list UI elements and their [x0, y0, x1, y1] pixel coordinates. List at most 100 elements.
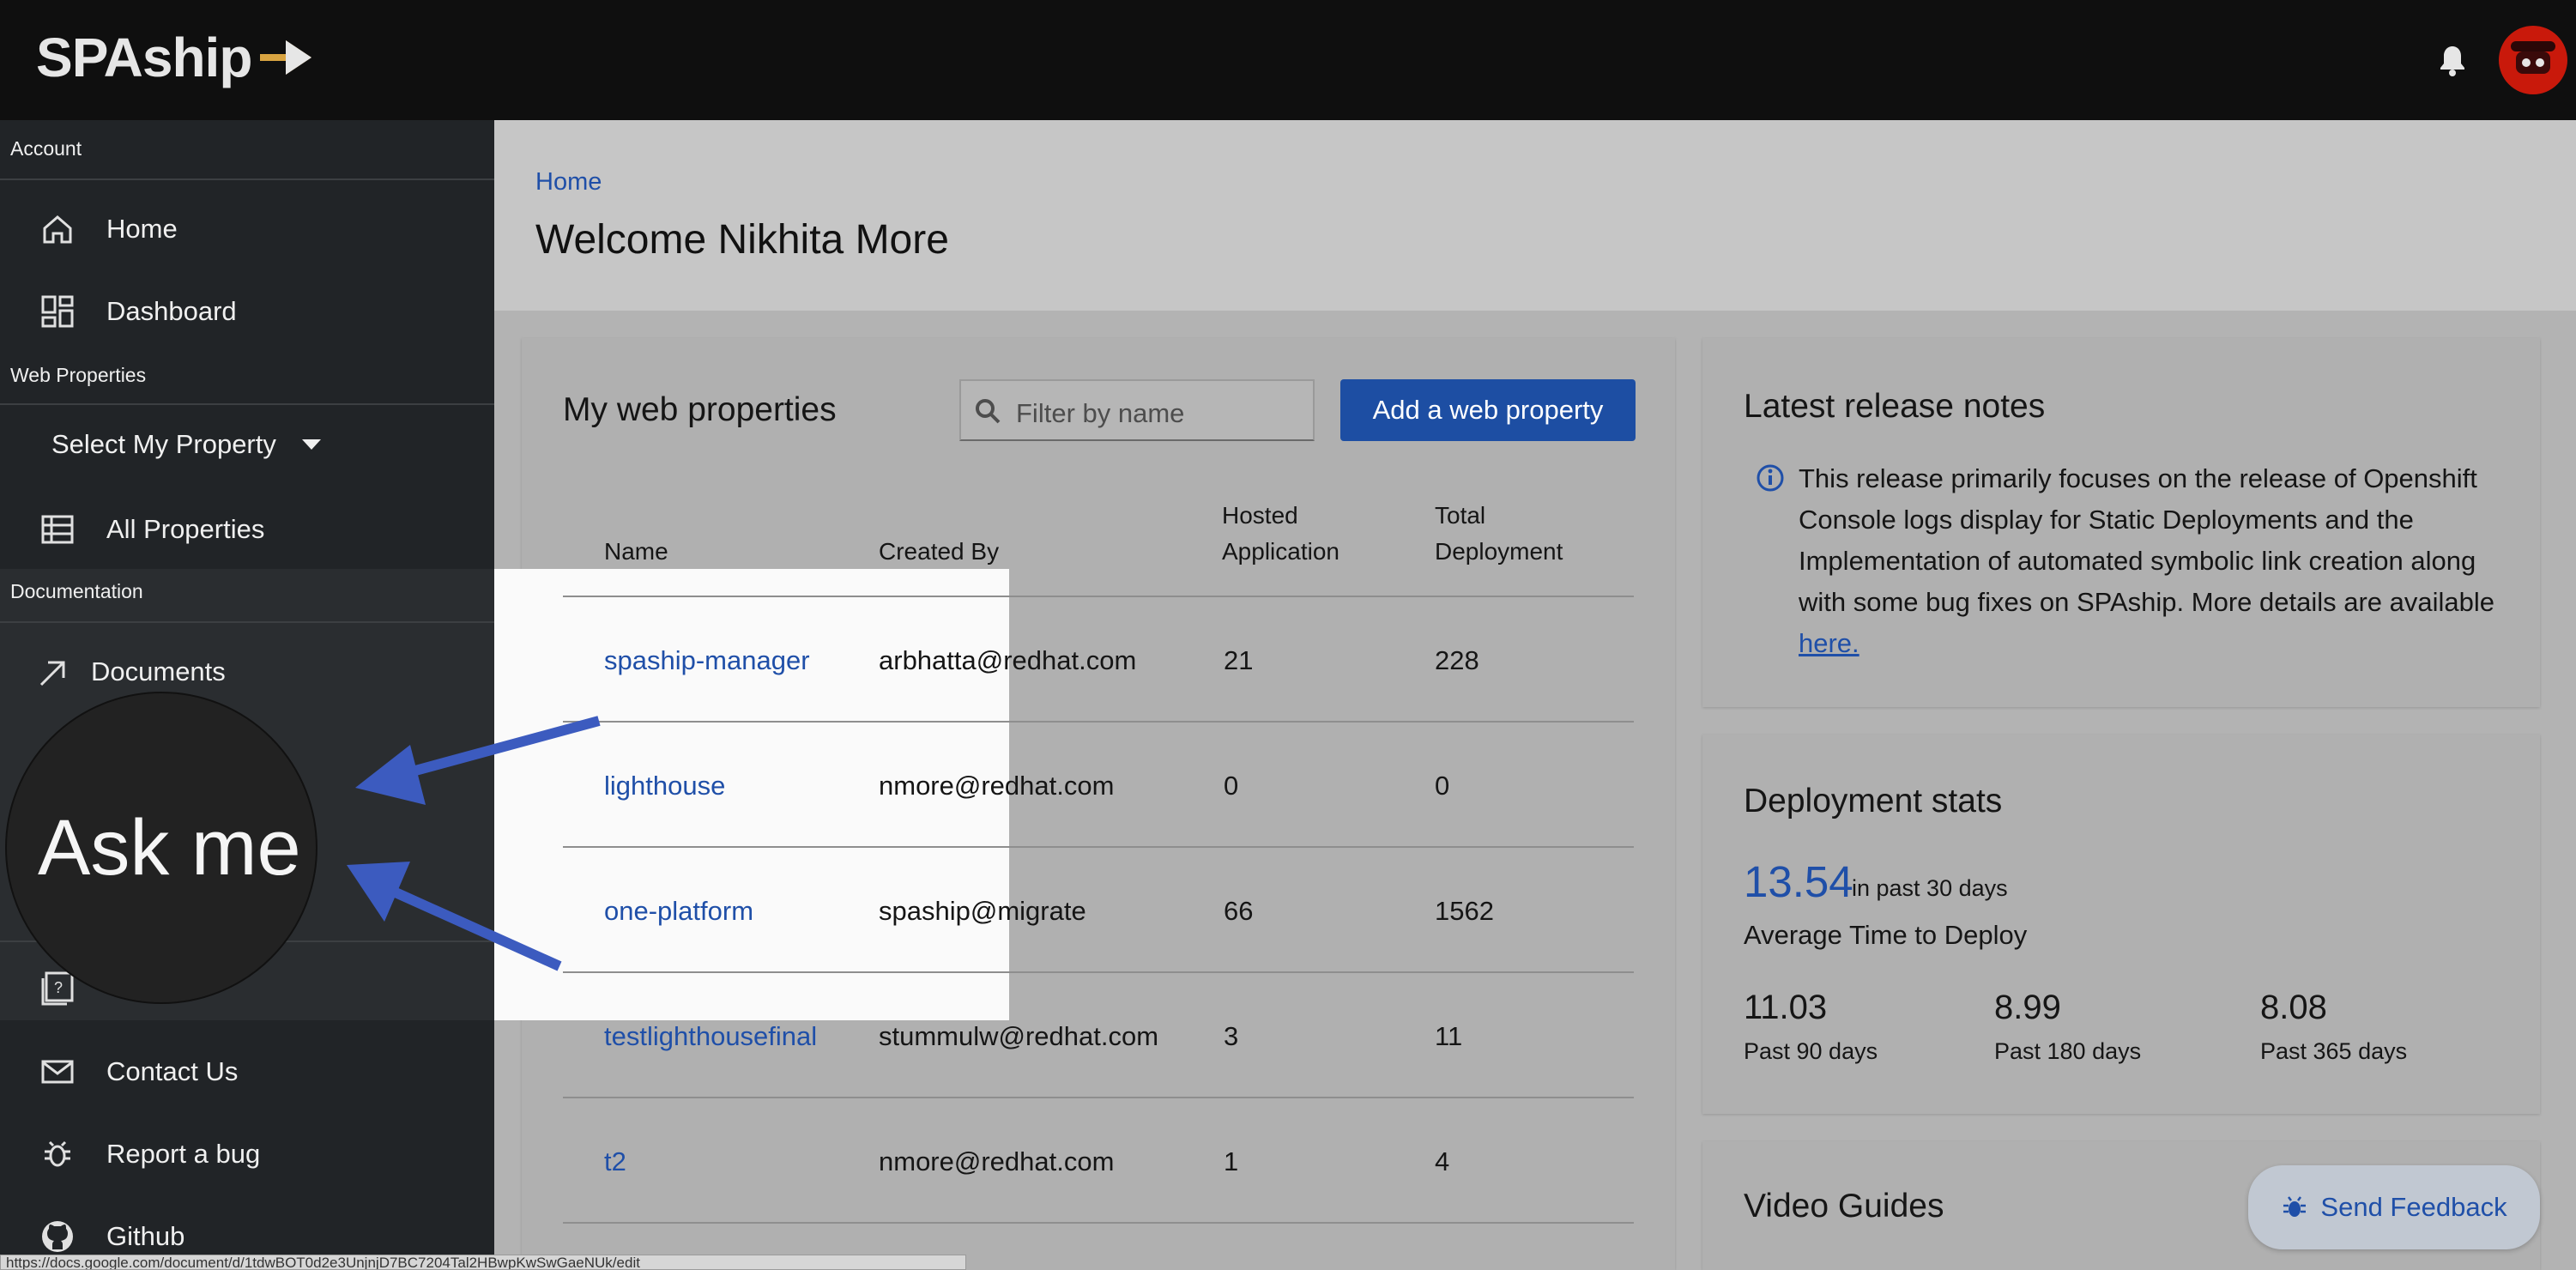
deployment-stats-title: Deployment stats [1744, 783, 2003, 819]
property-name-link[interactable]: one-platform [604, 896, 753, 927]
bug-icon [45, 1140, 70, 1167]
stat-90-label: Past 90 days [1744, 1038, 1878, 1064]
table-divider [563, 596, 1634, 597]
status-bar-url: https://docs.google.com/document/d/1tdwB… [0, 1255, 966, 1270]
total-cell: 4 [1435, 1146, 1450, 1176]
sidebar-item-contact-us[interactable]: Contact Us [0, 1035, 494, 1109]
table-divider [563, 971, 1634, 973]
sidebar-item-label: Home [106, 214, 178, 244]
top-bar: SPAship [0, 0, 2576, 120]
spaship-logo[interactable]: SPAship [36, 26, 313, 89]
stat-365-label: Past 365 days [2260, 1038, 2408, 1064]
column-header-total-line2: Deployment [1435, 538, 1563, 565]
sidebar-item-label: Documents [91, 656, 226, 686]
sidebar-item-home[interactable]: Home [0, 192, 494, 266]
dashboard-icon [41, 295, 74, 328]
release-notes-text: This release primarily focuses on the re… [1799, 463, 2495, 617]
property-name-link[interactable]: lighthouse [604, 771, 725, 801]
column-header-created-by: Created By [879, 538, 1000, 565]
sidebar-item-report-bug[interactable]: Report a bug [0, 1117, 494, 1191]
notification-bell-icon[interactable] [2435, 43, 2470, 77]
bug-icon [2283, 1196, 2307, 1217]
created-by-cell: stummulw@redhat.com [879, 1021, 1159, 1051]
chevron-down-icon [301, 439, 321, 450]
sidebar-item-label: Report a bug [106, 1139, 261, 1169]
filter-placeholder: Filter by name [1016, 398, 1185, 428]
user-avatar[interactable] [2499, 26, 2567, 94]
column-header-name: Name [604, 538, 668, 565]
property-name-link[interactable]: testlighthousefinal [604, 1021, 817, 1052]
logo-text: SPAship [36, 27, 252, 88]
table-divider [563, 721, 1634, 723]
created-by-cell: arbhatta@redhat.com [879, 645, 1137, 675]
hosted-cell: 3 [1224, 1021, 1239, 1051]
stat-main-period: in past 30 days [1852, 875, 2008, 901]
home-icon [43, 215, 72, 244]
column-header-hosted: Hosted Application [1222, 498, 1339, 570]
sidebar-item-label: Contact Us [106, 1056, 239, 1086]
send-feedback-label: Send Feedback [2320, 1192, 2507, 1222]
page-header [494, 120, 2576, 311]
hosted-cell: 66 [1224, 896, 1254, 926]
stat-90-value: 11.03 [1744, 989, 1828, 1026]
github-icon [42, 1221, 73, 1252]
sidebar-item-label: Github [106, 1221, 185, 1251]
table-icon [41, 515, 74, 544]
web-properties-title: My web properties [563, 391, 837, 428]
video-guides-title: Video Guides [1744, 1188, 1944, 1225]
created-by-cell: spaship@migrate [879, 896, 1086, 926]
avatar-robot-icon [2511, 41, 2555, 74]
select-property-label: Select My Property [51, 429, 276, 459]
page-title: Welcome Nikhita More [535, 217, 949, 263]
column-header-hosted-line1: Hosted [1222, 502, 1298, 529]
sidebar-section-web-properties: Web Properties [10, 364, 147, 386]
table-divider [563, 1097, 1634, 1098]
external-link-arrow-icon [39, 661, 65, 686]
table-divider [563, 1222, 1634, 1224]
sidebar-item-label: All Properties [106, 514, 265, 544]
filter-by-name-input[interactable]: Filter by name [959, 379, 1315, 441]
zoom-magnifier-circle: Ask me [5, 692, 317, 1004]
total-cell: 11 [1435, 1021, 1463, 1051]
logo-arrow-icon [260, 40, 312, 75]
svg-text:?: ? [54, 979, 63, 996]
zoom-ask-me-text: Ask me [38, 804, 301, 892]
stat-180-label: Past 180 days [1994, 1038, 2142, 1064]
sidebar-divider [0, 403, 494, 405]
stat-main-value: 13.54 [1744, 857, 1853, 906]
hosted-cell: 0 [1224, 771, 1239, 801]
search-icon [976, 399, 1001, 424]
sidebar-divider [0, 621, 494, 623]
column-header-total-line1: Total [1435, 502, 1486, 529]
total-cell: 1562 [1435, 896, 1494, 926]
total-cell: 228 [1435, 645, 1479, 675]
property-name-link[interactable]: spaship-manager [604, 645, 810, 676]
stat-180-value: 8.99 [1994, 989, 2061, 1026]
select-property-dropdown[interactable]: Select My Property [51, 429, 321, 460]
created-by-cell: nmore@redhat.com [879, 771, 1115, 801]
stat-365-value: 8.08 [2260, 989, 2327, 1026]
created-by-cell: nmore@redhat.com [879, 1146, 1115, 1176]
sidebar-section-account: Account [10, 137, 82, 160]
property-name-link[interactable]: t2 [604, 1146, 626, 1177]
hosted-cell: 21 [1224, 645, 1254, 675]
table-divider [563, 846, 1634, 848]
sidebar-item-label: Dashboard [106, 296, 237, 326]
sidebar-section-documentation: Documentation [10, 580, 143, 602]
sidebar-divider [0, 178, 494, 180]
add-web-property-button[interactable]: Add a web property [1340, 379, 1636, 441]
column-header-hosted-line2: Application [1222, 538, 1339, 565]
mail-icon [41, 1060, 74, 1084]
stat-average-label: Average Time to Deploy [1744, 920, 2028, 950]
release-notes-title: Latest release notes [1744, 388, 2046, 425]
sidebar-item-all-properties[interactable]: All Properties [0, 493, 494, 566]
total-cell: 0 [1435, 771, 1450, 801]
column-header-total: Total Deployment [1435, 498, 1563, 570]
info-icon [1757, 464, 1784, 492]
send-feedback-button[interactable]: Send Feedback [2248, 1165, 2540, 1249]
breadcrumb[interactable]: Home [535, 168, 602, 197]
sidebar-item-dashboard[interactable]: Dashboard [0, 275, 494, 348]
hosted-cell: 1 [1224, 1146, 1239, 1176]
sidebar-item-documents[interactable]: Documents [0, 635, 494, 709]
release-notes-link[interactable]: here. [1799, 628, 1859, 658]
